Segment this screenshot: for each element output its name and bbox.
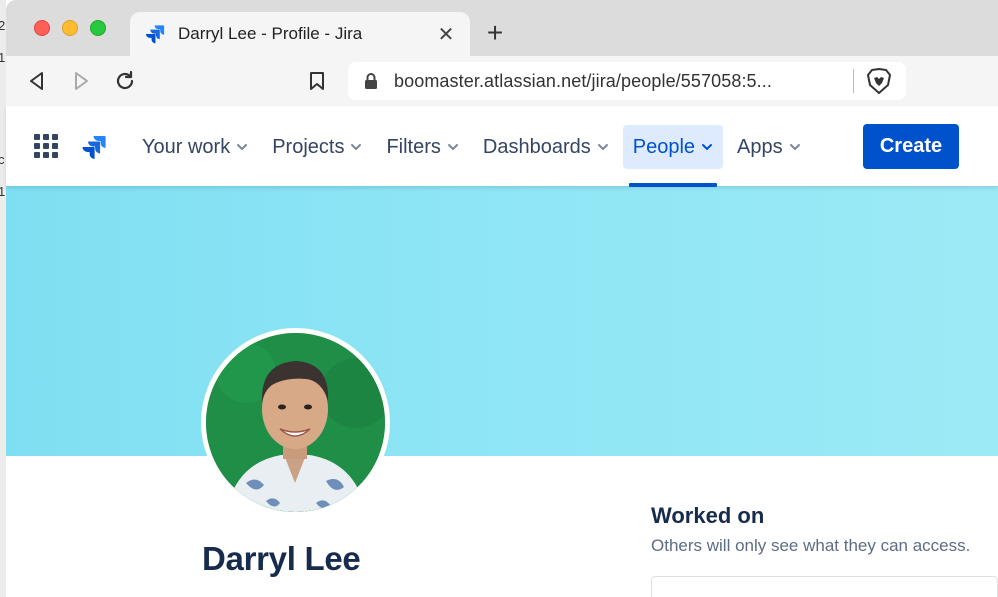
- nav-filters[interactable]: Filters: [376, 125, 468, 169]
- edge-fragment: 1: [0, 50, 6, 65]
- reload-button[interactable]: [112, 68, 138, 94]
- nav-people[interactable]: People: [622, 125, 724, 187]
- address-bar[interactable]: boomaster.atlassian.net/jira/people/5570…: [348, 62, 906, 100]
- profile-header-banner: [6, 186, 998, 456]
- window-zoom-button[interactable]: [90, 20, 106, 36]
- nav-projects[interactable]: Projects: [262, 125, 372, 169]
- chevron-down-icon: [597, 144, 608, 151]
- address-bar-divider: [853, 69, 854, 93]
- tab-title: Darryl Lee - Profile - Jira: [178, 24, 363, 43]
- browser-toolbar: boomaster.atlassian.net/jira/people/5570…: [6, 56, 998, 106]
- tab-close-icon[interactable]: ✕: [436, 22, 456, 47]
- forward-button[interactable]: [68, 68, 94, 94]
- url-text: boomaster.atlassian.net/jira/people/5570…: [394, 70, 772, 91]
- avatar-photo: [206, 333, 385, 512]
- forward-arrow-icon: [75, 72, 88, 90]
- jira-favicon-icon: [145, 25, 165, 44]
- nav-your-work[interactable]: Your work: [132, 125, 258, 169]
- brave-shield-icon[interactable]: [866, 67, 892, 95]
- nav-label: People: [632, 135, 696, 158]
- browser-chrome: Darryl Lee - Profile - Jira ✕ + boomaste…: [6, 0, 998, 106]
- bookmark-button[interactable]: [304, 68, 330, 94]
- avatar[interactable]: [201, 328, 390, 517]
- create-button[interactable]: Create: [863, 124, 959, 169]
- window-close-button[interactable]: [34, 20, 50, 36]
- chevron-down-icon: [447, 144, 458, 151]
- profile-name: Darryl Lee: [202, 540, 361, 577]
- edge-fragment: c: [0, 152, 5, 167]
- nav-label: Your work: [142, 135, 231, 158]
- window-minimize-button[interactable]: [62, 20, 78, 36]
- nav-label: Apps: [737, 135, 783, 158]
- lock-icon: [365, 73, 377, 89]
- browser-tab-active[interactable]: Darryl Lee - Profile - Jira ✕: [130, 12, 470, 56]
- edge-fragment: 2: [0, 18, 6, 33]
- worked-on-heading: Worked on: [651, 503, 765, 528]
- reload-icon: [116, 70, 134, 90]
- back-arrow-icon: [30, 72, 43, 90]
- back-button[interactable]: [24, 68, 50, 94]
- nav-apps[interactable]: Apps: [727, 125, 811, 169]
- primary-menu: Your work Projects Filters Dashboards Pe…: [132, 124, 815, 187]
- worked-on-card[interactable]: [651, 576, 998, 597]
- chevron-down-icon: [237, 144, 248, 151]
- jira-logo-icon[interactable]: [80, 133, 108, 161]
- nav-label: Filters: [386, 135, 441, 158]
- app-switcher-icon[interactable]: [34, 134, 58, 158]
- new-tab-button[interactable]: +: [482, 18, 508, 48]
- nav-dashboards[interactable]: Dashboards: [473, 125, 619, 169]
- chevron-down-icon: [351, 144, 362, 151]
- worked-on-description: Others will only see what they can acces…: [651, 536, 971, 555]
- nav-label: Dashboards: [482, 135, 591, 158]
- chevron-down-icon: [702, 144, 713, 151]
- bookmark-icon: [310, 72, 324, 90]
- nav-label: Projects: [272, 135, 345, 158]
- chevron-down-icon: [789, 144, 800, 151]
- jira-top-nav: Your work Projects Filters Dashboards Pe…: [6, 106, 998, 187]
- edge-fragment: 1: [0, 184, 6, 199]
